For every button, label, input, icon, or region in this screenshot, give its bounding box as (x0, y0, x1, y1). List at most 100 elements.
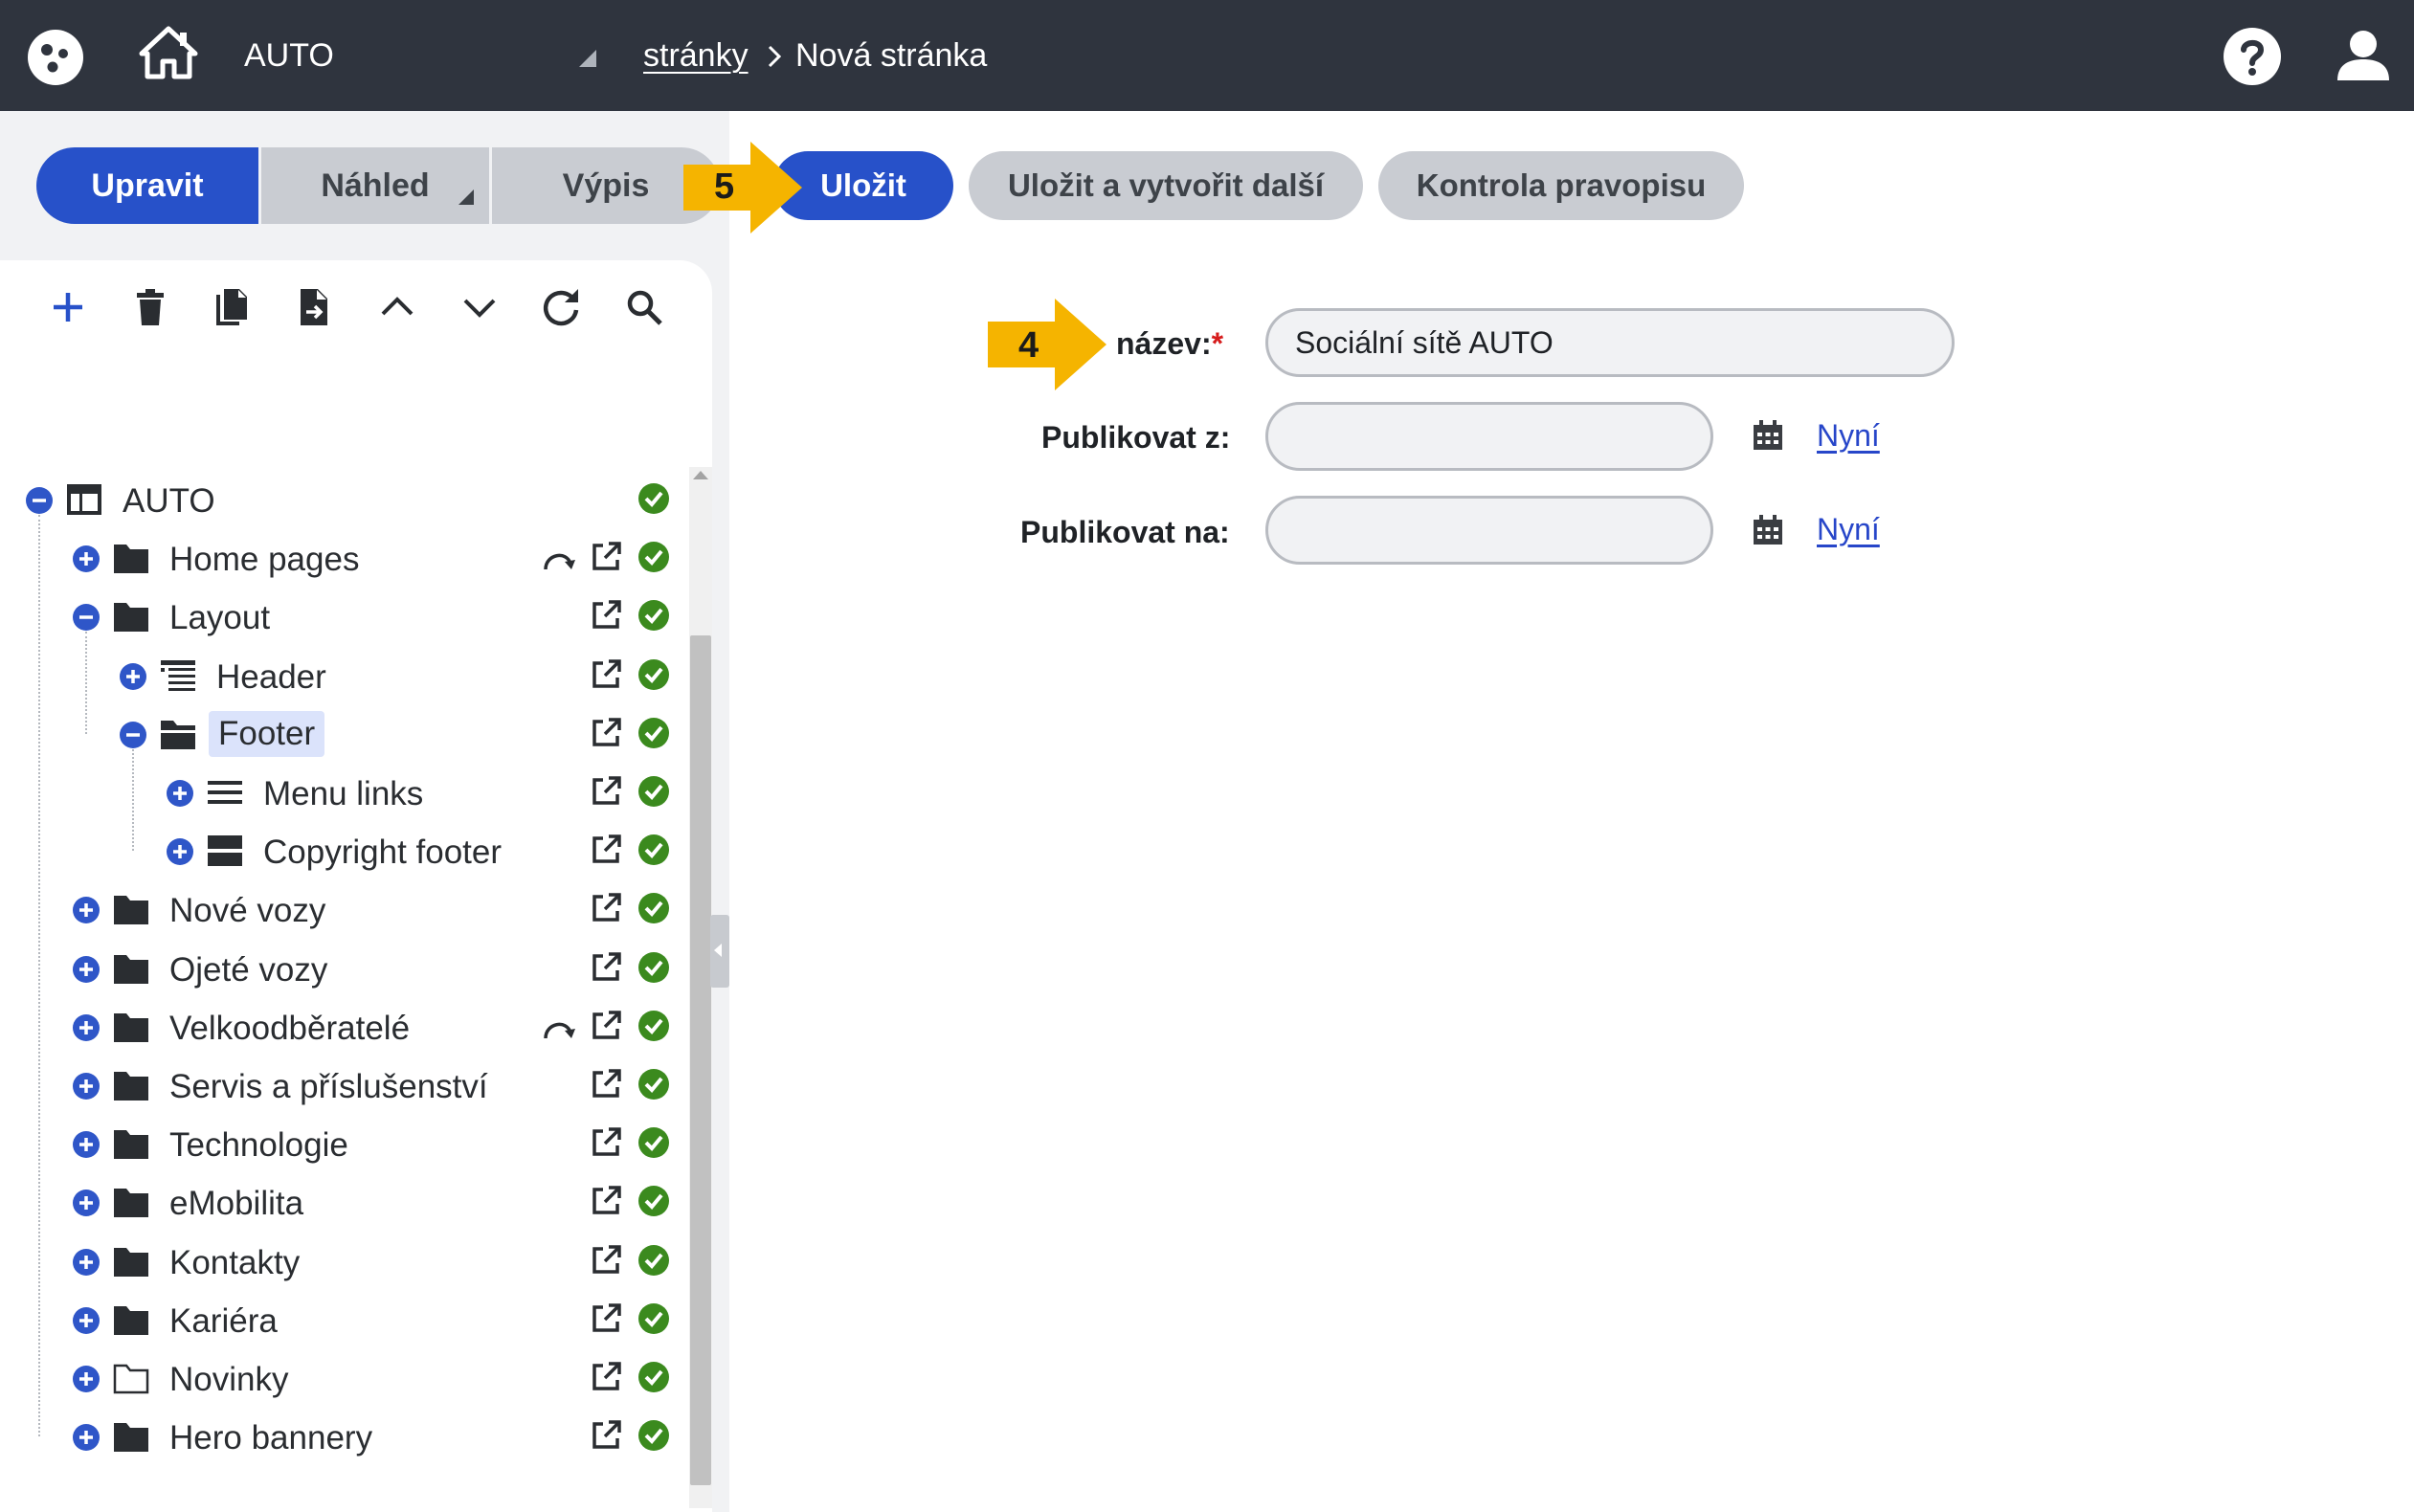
move-down-icon[interactable] (458, 285, 502, 329)
expand-icon[interactable] (72, 1423, 101, 1452)
expand-icon[interactable] (72, 1072, 101, 1101)
tree-node[interactable]: AUTO (0, 473, 708, 530)
external-link-icon[interactable] (590, 658, 622, 691)
calendar-icon[interactable] (1752, 419, 1784, 452)
expand-icon[interactable] (72, 955, 101, 984)
tree-node-label[interactable]: Servis a příslušenství (162, 1068, 496, 1106)
tree-node[interactable]: Novinky (0, 1351, 708, 1409)
tree-node[interactable]: Nové vozy (0, 882, 708, 940)
collapse-icon[interactable] (119, 721, 147, 749)
duplicate-icon[interactable] (211, 285, 255, 329)
required-marker: * (1211, 326, 1224, 361)
tree-node-label[interactable]: Menu links (256, 775, 431, 813)
refresh-icon[interactable] (540, 285, 584, 329)
app-logo-icon[interactable] (27, 29, 84, 86)
tree-node-label[interactable]: Kariéra (162, 1302, 285, 1341)
expand-icon[interactable] (72, 1365, 101, 1393)
tree-node[interactable]: Menu links (0, 766, 708, 823)
external-link-icon[interactable] (590, 1419, 622, 1452)
collapse-icon[interactable] (72, 603, 101, 632)
publish-from-input[interactable] (1265, 402, 1713, 471)
publish-from-now-link[interactable]: Nyní (1817, 418, 1880, 454)
tree-node-label[interactable]: AUTO (115, 482, 223, 521)
tree-node-label[interactable]: Technologie (162, 1126, 356, 1165)
external-link-icon[interactable] (590, 1068, 622, 1101)
tab-preview[interactable]: Náhled (261, 147, 489, 224)
tree-scrollbar-thumb[interactable] (690, 635, 711, 1485)
tree-node-label[interactable]: eMobilita (162, 1185, 311, 1223)
tree-node[interactable]: eMobilita (0, 1175, 708, 1233)
tree-node[interactable]: Layout (0, 589, 708, 647)
name-input[interactable] (1265, 308, 1955, 377)
external-link-icon[interactable] (590, 1302, 622, 1335)
tree-node[interactable]: Home pages (0, 531, 708, 589)
save-and-new-button[interactable]: Uložit a vytvořit další (969, 151, 1363, 220)
expand-icon[interactable] (72, 896, 101, 924)
redirect-icon (544, 1022, 575, 1039)
external-link-icon[interactable] (590, 599, 622, 632)
tree-node[interactable]: Hero bannery (0, 1410, 708, 1467)
home-icon[interactable] (138, 25, 199, 80)
tree-node[interactable]: Servis a příslušenství (0, 1058, 708, 1116)
tree-node-label[interactable]: Nové vozy (162, 892, 333, 930)
external-link-icon[interactable] (590, 892, 622, 924)
expand-icon[interactable] (166, 779, 194, 808)
collapse-icon[interactable] (25, 486, 54, 515)
external-link-icon[interactable] (590, 1361, 622, 1393)
expand-icon[interactable] (166, 837, 194, 866)
tree-node-label[interactable]: Layout (162, 599, 278, 637)
tree-node-label[interactable]: Hero bannery (162, 1419, 380, 1457)
expand-icon[interactable] (72, 1248, 101, 1277)
publish-to-now-link[interactable]: Nyní (1817, 512, 1880, 547)
external-link-icon[interactable] (590, 541, 622, 573)
expand-icon[interactable] (72, 1306, 101, 1335)
delete-icon[interactable] (128, 285, 172, 329)
tree-node-label[interactable]: Copyright footer (256, 834, 509, 872)
search-icon[interactable] (622, 285, 666, 329)
external-link-icon[interactable] (590, 775, 622, 808)
external-link-icon[interactable] (590, 834, 622, 866)
move-page-icon[interactable] (293, 285, 337, 329)
external-link-icon[interactable] (590, 717, 622, 749)
tree-node[interactable]: Velkoodběratelé (0, 1000, 708, 1057)
tree-node[interactable]: Technologie (0, 1117, 708, 1174)
user-icon[interactable] (2334, 25, 2393, 84)
tree-node[interactable]: Kontakty (0, 1234, 708, 1292)
external-link-icon[interactable] (590, 1244, 622, 1277)
breadcrumb-pages-link[interactable]: stránky (643, 36, 749, 75)
expand-icon[interactable] (72, 545, 101, 573)
tree-node[interactable]: Copyright footer (0, 824, 708, 881)
expand-icon[interactable] (72, 1013, 101, 1042)
panel-splitter[interactable] (710, 915, 729, 988)
preview-dropdown-caret-icon[interactable] (458, 189, 474, 205)
move-up-icon[interactable] (375, 285, 419, 329)
external-link-icon[interactable] (590, 1185, 622, 1217)
tree-node[interactable]: Ojeté vozy (0, 942, 708, 999)
calendar-icon[interactable] (1752, 514, 1784, 546)
external-link-icon[interactable] (590, 951, 622, 984)
help-icon[interactable] (2223, 27, 2282, 86)
tree-node-label[interactable]: Home pages (162, 541, 367, 579)
tree-node-label[interactable]: Novinky (162, 1361, 296, 1399)
tree-node-label[interactable]: Kontakty (162, 1244, 307, 1282)
tab-edit[interactable]: Upravit (36, 147, 258, 224)
publish-to-input[interactable] (1265, 496, 1713, 565)
site-dropdown-caret-icon[interactable] (579, 50, 596, 67)
spellcheck-button[interactable]: Kontrola pravopisu (1378, 151, 1744, 220)
tree-node-label[interactable]: Header (209, 658, 334, 697)
tree-node[interactable]: Footer (0, 707, 708, 765)
external-link-icon[interactable] (590, 1010, 622, 1042)
expand-icon[interactable] (72, 1189, 101, 1217)
expand-icon[interactable] (119, 662, 147, 691)
tree-node-label[interactable]: Velkoodběratelé (162, 1010, 417, 1048)
site-selector[interactable]: AUTO (244, 36, 334, 75)
expand-icon[interactable] (72, 1130, 101, 1159)
scroll-up-arrow-icon[interactable] (693, 471, 708, 479)
external-link-icon[interactable] (590, 1126, 622, 1159)
status-ok-icon (638, 600, 669, 632)
tree-node[interactable]: Kariéra (0, 1293, 708, 1350)
tree-node-label[interactable]: Footer (209, 710, 325, 757)
tree-node-label[interactable]: Ojeté vozy (162, 951, 335, 989)
add-icon[interactable] (46, 285, 90, 329)
tree-node[interactable]: Header (0, 649, 708, 706)
